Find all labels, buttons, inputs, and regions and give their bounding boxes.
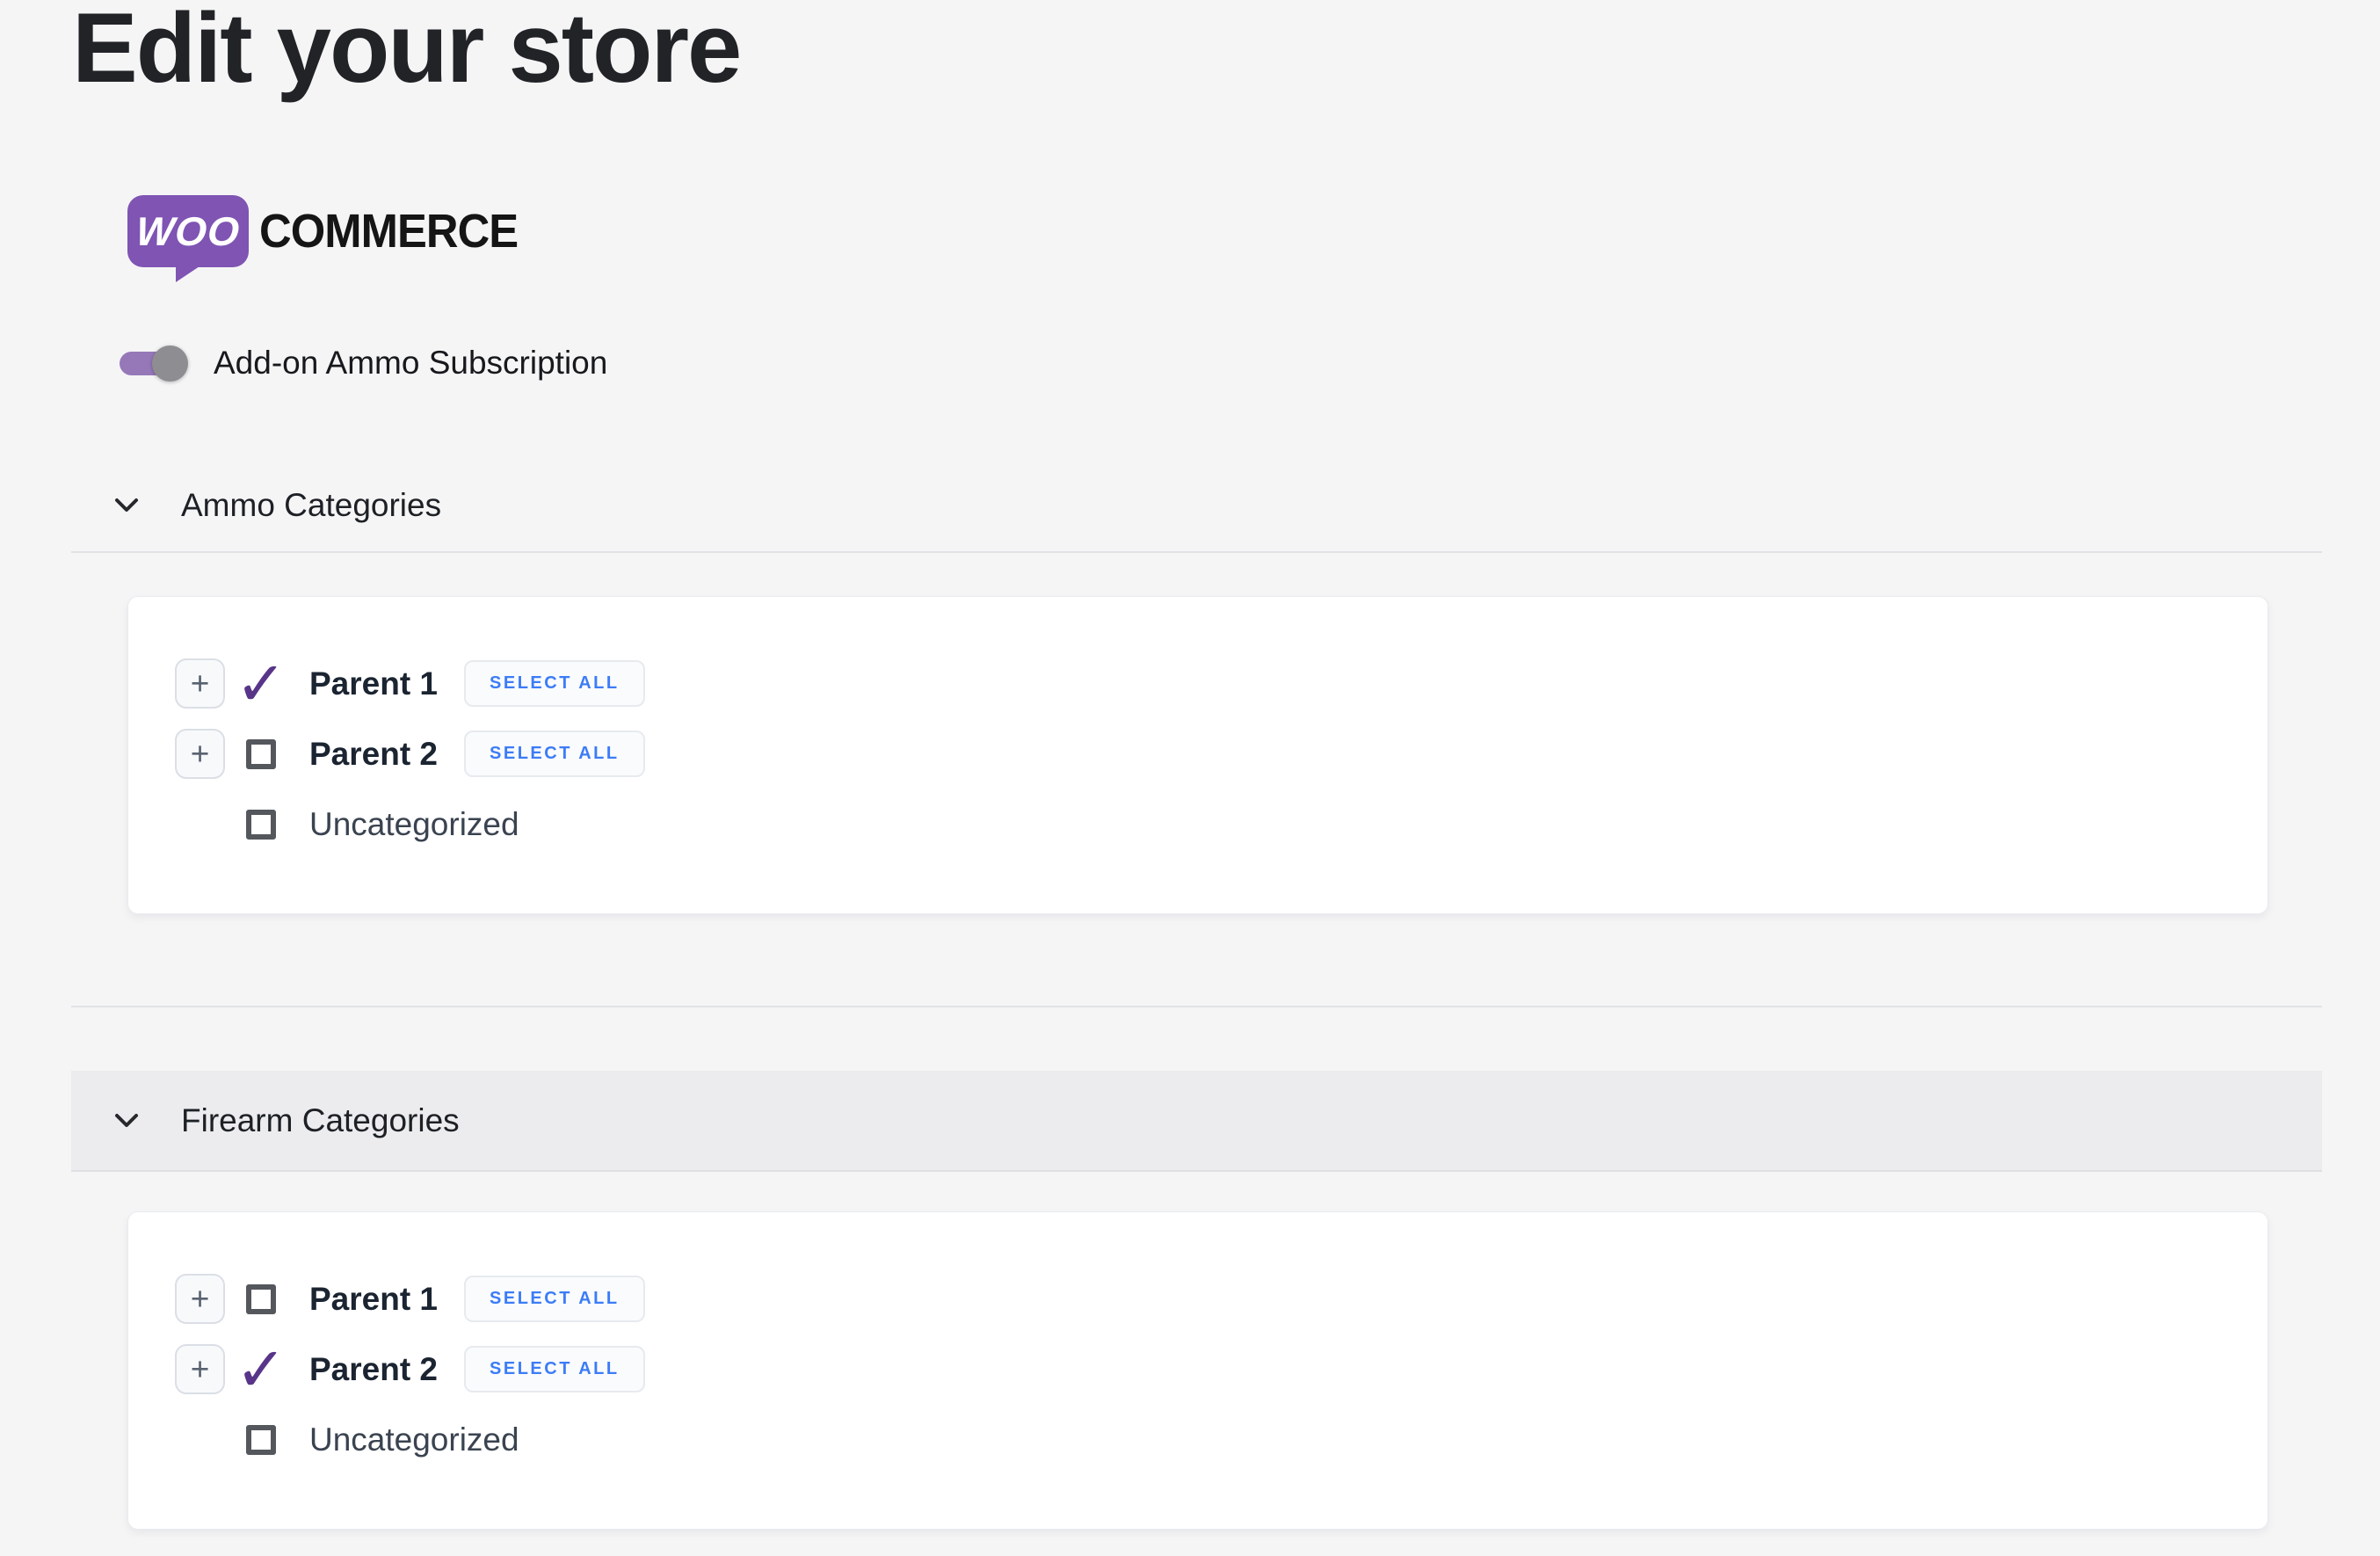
woo-logo-text: WOO [134,207,242,255]
category-row-parent1: Parent 1 SELECT ALL [175,1274,2268,1324]
category-checkbox-unchecked[interactable] [246,810,276,840]
expand-category-button[interactable] [175,729,225,779]
plus-icon [191,667,210,700]
plus-icon [191,1353,210,1385]
category-row-uncategorized: Uncategorized [175,1414,2268,1465]
category-row-uncategorized: Uncategorized [175,799,2268,849]
expand-category-button[interactable] [175,658,225,709]
section-title: Ammo Categories [181,487,441,524]
toggle-label: Add-on Ammo Subscription [214,345,607,382]
category-checkbox-unchecked[interactable] [246,739,276,769]
section-divider [71,1006,2322,1007]
category-label: Uncategorized [309,806,519,843]
select-all-button[interactable]: SELECT ALL [464,1346,645,1392]
ammo-subscription-toggle[interactable] [120,345,188,382]
select-all-button[interactable]: SELECT ALL [464,1276,645,1322]
section-header-ammo-categories[interactable]: Ammo Categories [114,479,441,532]
chevron-down-icon [114,497,139,514]
category-checkbox-checked[interactable] [246,1355,276,1385]
check-icon [246,1355,276,1385]
category-label: Uncategorized [309,1421,519,1458]
expand-category-button[interactable] [175,1344,225,1394]
category-row-parent2: Parent 2 SELECT ALL [175,729,2268,779]
subscription-toggle-row: Add-on Ammo Subscription [120,345,607,382]
category-row-parent2: Parent 2 SELECT ALL [175,1344,2268,1394]
section-title: Firearm Categories [181,1102,460,1139]
toggle-knob [152,345,188,382]
category-row-parent1: Parent 1 SELECT ALL [175,658,2268,709]
plus-icon [191,738,210,770]
ammo-categories-card: Parent 1 SELECT ALL Parent 2 SELECT ALL … [127,596,2268,914]
woo-logo-bubble: WOO [127,195,249,267]
category-checkbox-unchecked[interactable] [246,1425,276,1455]
category-checkbox-unchecked[interactable] [246,1284,276,1314]
commerce-wordmark: COMMERCE [259,204,518,258]
plus-icon [191,1283,210,1315]
select-all-button[interactable]: SELECT ALL [464,731,645,777]
expand-category-button[interactable] [175,1274,225,1324]
section-header-firearm-categories[interactable]: Firearm Categories [71,1071,2322,1172]
page-title: Edit your store [72,0,740,107]
section-divider [71,551,2322,553]
category-checkbox-checked[interactable] [246,669,276,699]
category-label: Parent 2 [309,1351,438,1388]
category-label: Parent 1 [309,1281,438,1318]
firearm-categories-card: Parent 1 SELECT ALL Parent 2 SELECT ALL … [127,1211,2268,1530]
check-icon [246,669,276,699]
category-label: Parent 2 [309,736,438,773]
select-all-button[interactable]: SELECT ALL [464,660,645,707]
speech-bubble-tail [176,265,202,282]
woocommerce-logo: WOO COMMERCE [127,195,534,267]
category-label: Parent 1 [309,665,438,702]
chevron-down-icon [114,1112,139,1130]
